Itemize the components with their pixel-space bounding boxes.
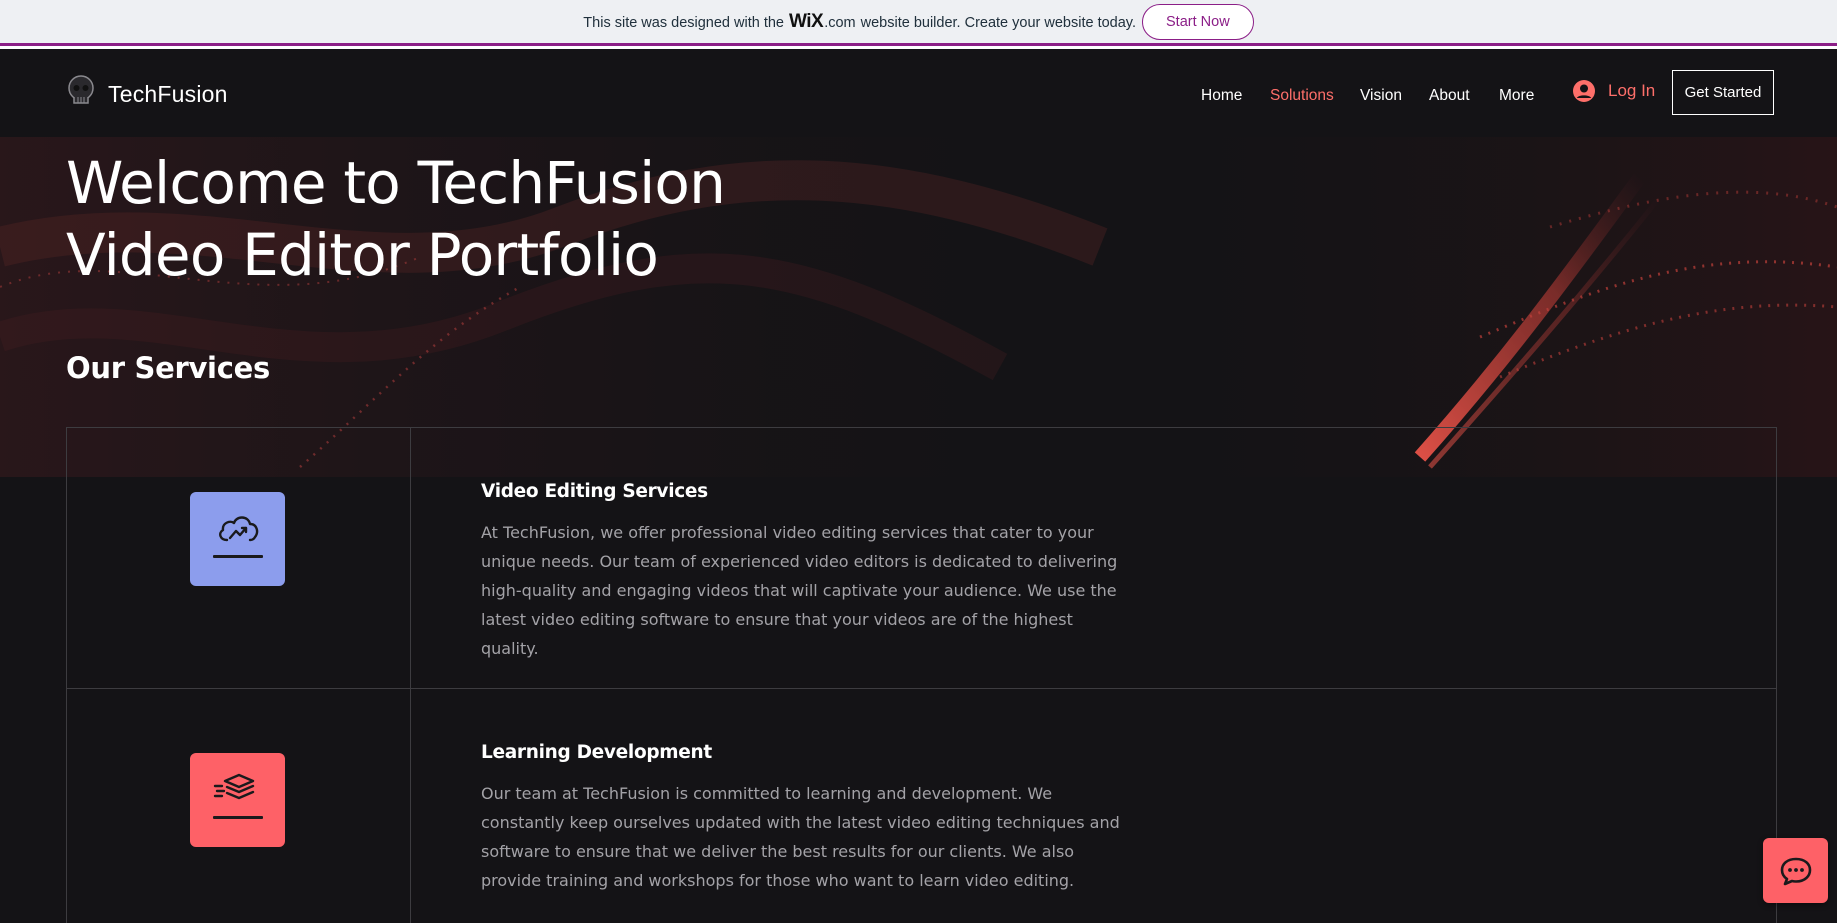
wix-dotcom: .com xyxy=(824,14,856,31)
service-icon-cell xyxy=(67,428,411,688)
service-description: At TechFusion, we offer professional vid… xyxy=(481,523,1118,658)
site-header: TechFusion Home Solutions Vision About M… xyxy=(0,49,1837,137)
service-icon-cell xyxy=(67,689,411,923)
stacked-layers-icon xyxy=(213,773,254,800)
hero-title-line2: Video Editor Portfolio xyxy=(66,221,659,289)
chat-icon xyxy=(1780,857,1811,885)
service-row: Learning Development Our team at TechFus… xyxy=(67,689,1776,923)
banner-text-after: website builder. Create your website tod… xyxy=(860,14,1137,31)
site-page: TechFusion Home Solutions Vision About M… xyxy=(0,49,1837,923)
wix-banner-text: This site was designed with the WiX .com… xyxy=(583,11,1136,33)
wix-promo-banner: This site was designed with the WiX .com… xyxy=(0,0,1837,46)
hero-title-line1: Welcome to TechFusion xyxy=(66,149,726,217)
services-heading: Our Services xyxy=(66,351,270,385)
nav-solutions[interactable]: Solutions xyxy=(1270,87,1334,105)
service-row: Video Editing Services At TechFusion, we… xyxy=(67,428,1776,689)
hero-title: Welcome to TechFusion Video Editor Portf… xyxy=(66,147,726,291)
nav-home[interactable]: Home xyxy=(1201,87,1242,105)
get-started-button[interactable]: Get Started xyxy=(1672,70,1774,115)
service-title: Video Editing Services xyxy=(481,481,708,502)
nav-more[interactable]: More xyxy=(1499,87,1534,105)
service-description: Our team at TechFusion is committed to l… xyxy=(481,784,1120,890)
banner-text-before: This site was designed with the xyxy=(583,14,784,31)
login-label: Log In xyxy=(1608,81,1656,100)
icon-underline xyxy=(212,816,263,819)
skull-logo-icon[interactable] xyxy=(66,75,96,107)
icon-underline xyxy=(212,555,263,558)
service-title: Learning Development xyxy=(481,742,712,763)
service-icon-tile xyxy=(190,492,285,586)
cloud-growth-icon xyxy=(218,516,258,542)
wix-logo: WiX xyxy=(788,10,824,32)
nav-about[interactable]: About xyxy=(1429,87,1470,105)
login-button[interactable]: Log In xyxy=(1572,79,1655,103)
service-icon-tile xyxy=(190,753,285,847)
nav-vision[interactable]: Vision xyxy=(1360,87,1402,105)
chat-button[interactable] xyxy=(1763,838,1828,903)
user-avatar-icon xyxy=(1573,80,1595,102)
start-now-button[interactable]: Start Now xyxy=(1142,3,1254,40)
brand-name[interactable]: TechFusion xyxy=(108,81,228,108)
services-grid: Video Editing Services At TechFusion, we… xyxy=(66,427,1777,923)
